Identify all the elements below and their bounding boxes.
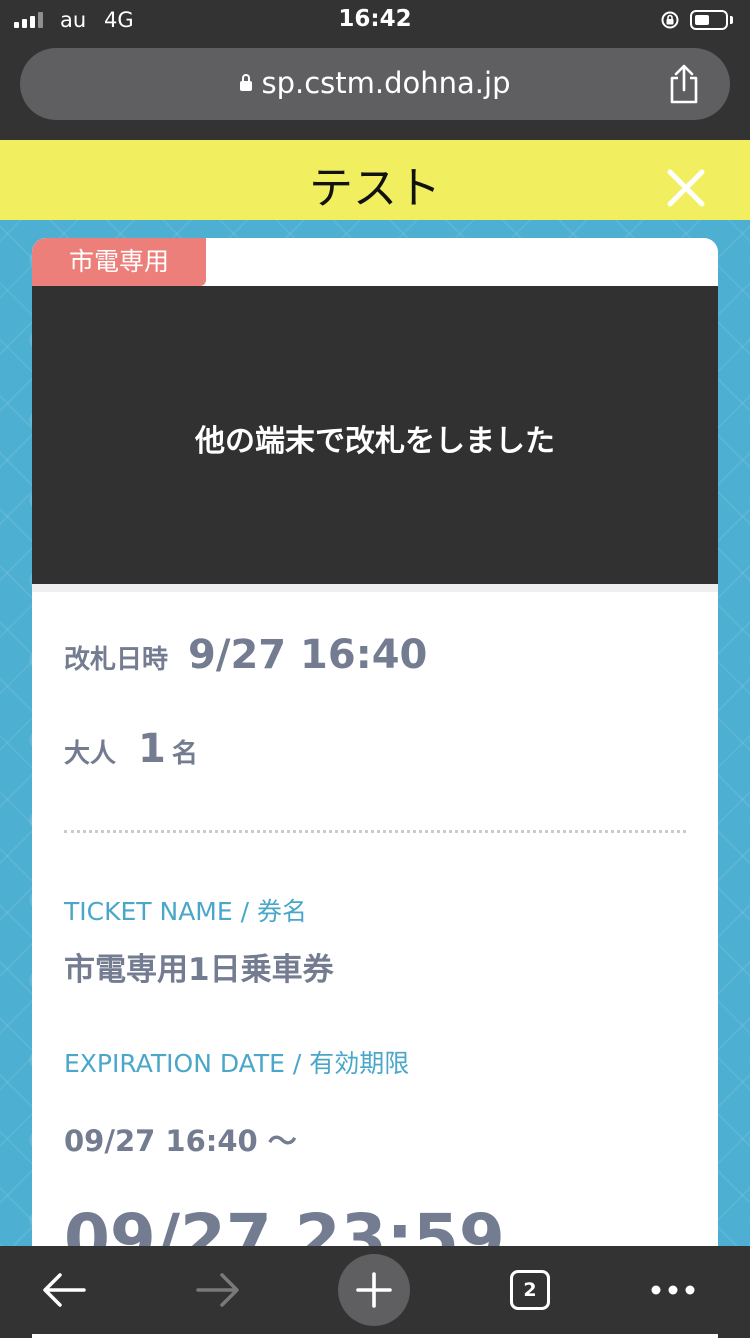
plus-icon bbox=[356, 1272, 392, 1308]
notice-panel: 他の端末で改札をしました bbox=[32, 286, 718, 584]
gate-time-row: 改札日時 9/27 16:40 bbox=[64, 632, 427, 678]
ticket-tag: 市電専用 bbox=[32, 238, 206, 286]
battery-icon bbox=[690, 10, 728, 30]
page-header: テスト bbox=[0, 140, 750, 220]
new-tab-circle bbox=[338, 1254, 410, 1326]
lock-icon bbox=[239, 74, 252, 91]
browser-url-area: sp.cstm.dohna.jp bbox=[0, 44, 750, 140]
dotted-divider bbox=[64, 830, 686, 833]
expiration-start: 09/27 16:40 〜 bbox=[64, 1124, 297, 1158]
close-icon[interactable] bbox=[666, 168, 706, 208]
address-bar[interactable]: sp.cstm.dohna.jp bbox=[20, 48, 730, 120]
more-dots-icon bbox=[651, 1285, 695, 1295]
url-display[interactable]: sp.cstm.dohna.jp bbox=[20, 66, 730, 100]
panel-divider bbox=[32, 584, 718, 592]
gate-time-label: 改札日時 bbox=[64, 645, 169, 675]
url-text: sp.cstm.dohna.jp bbox=[261, 66, 511, 100]
notice-message: 他の端末で改札をしました bbox=[195, 424, 555, 459]
status-time: 16:42 bbox=[338, 6, 412, 32]
ticket-name-label: TICKET NAME / 券名 bbox=[64, 897, 307, 926]
forward-arrow-icon bbox=[196, 1273, 239, 1307]
share-icon[interactable] bbox=[664, 64, 704, 106]
status-bar: au 4G 16:42 bbox=[0, 0, 750, 44]
battery-tip bbox=[730, 16, 733, 24]
ticket-card: 市電専用 他の端末で改札をしました 改札日時 9/27 16:40 大人 1 名… bbox=[32, 238, 718, 1338]
tab-count: 2 bbox=[510, 1270, 550, 1310]
gate-time-value: 9/27 16:40 bbox=[188, 632, 428, 678]
browser-toolbar: 2 bbox=[0, 1246, 750, 1334]
ticket-name-value: 市電専用1日乗車券 bbox=[64, 952, 334, 988]
back-button[interactable] bbox=[22, 1246, 106, 1334]
passenger-count: 1 bbox=[138, 726, 166, 772]
more-button[interactable] bbox=[638, 1246, 708, 1334]
tabs-button[interactable]: 2 bbox=[500, 1246, 560, 1334]
expiration-label: EXPIRATION DATE / 有効期限 bbox=[64, 1049, 410, 1078]
passenger-unit: 名 bbox=[171, 739, 198, 769]
passenger-row: 大人 1 名 bbox=[64, 726, 198, 772]
new-tab-button[interactable] bbox=[338, 1246, 410, 1334]
rotation-lock-icon bbox=[661, 11, 679, 29]
passenger-type: 大人 bbox=[64, 739, 117, 769]
back-arrow-icon bbox=[43, 1273, 86, 1307]
page-title: テスト bbox=[309, 163, 441, 214]
forward-button[interactable] bbox=[176, 1246, 260, 1334]
